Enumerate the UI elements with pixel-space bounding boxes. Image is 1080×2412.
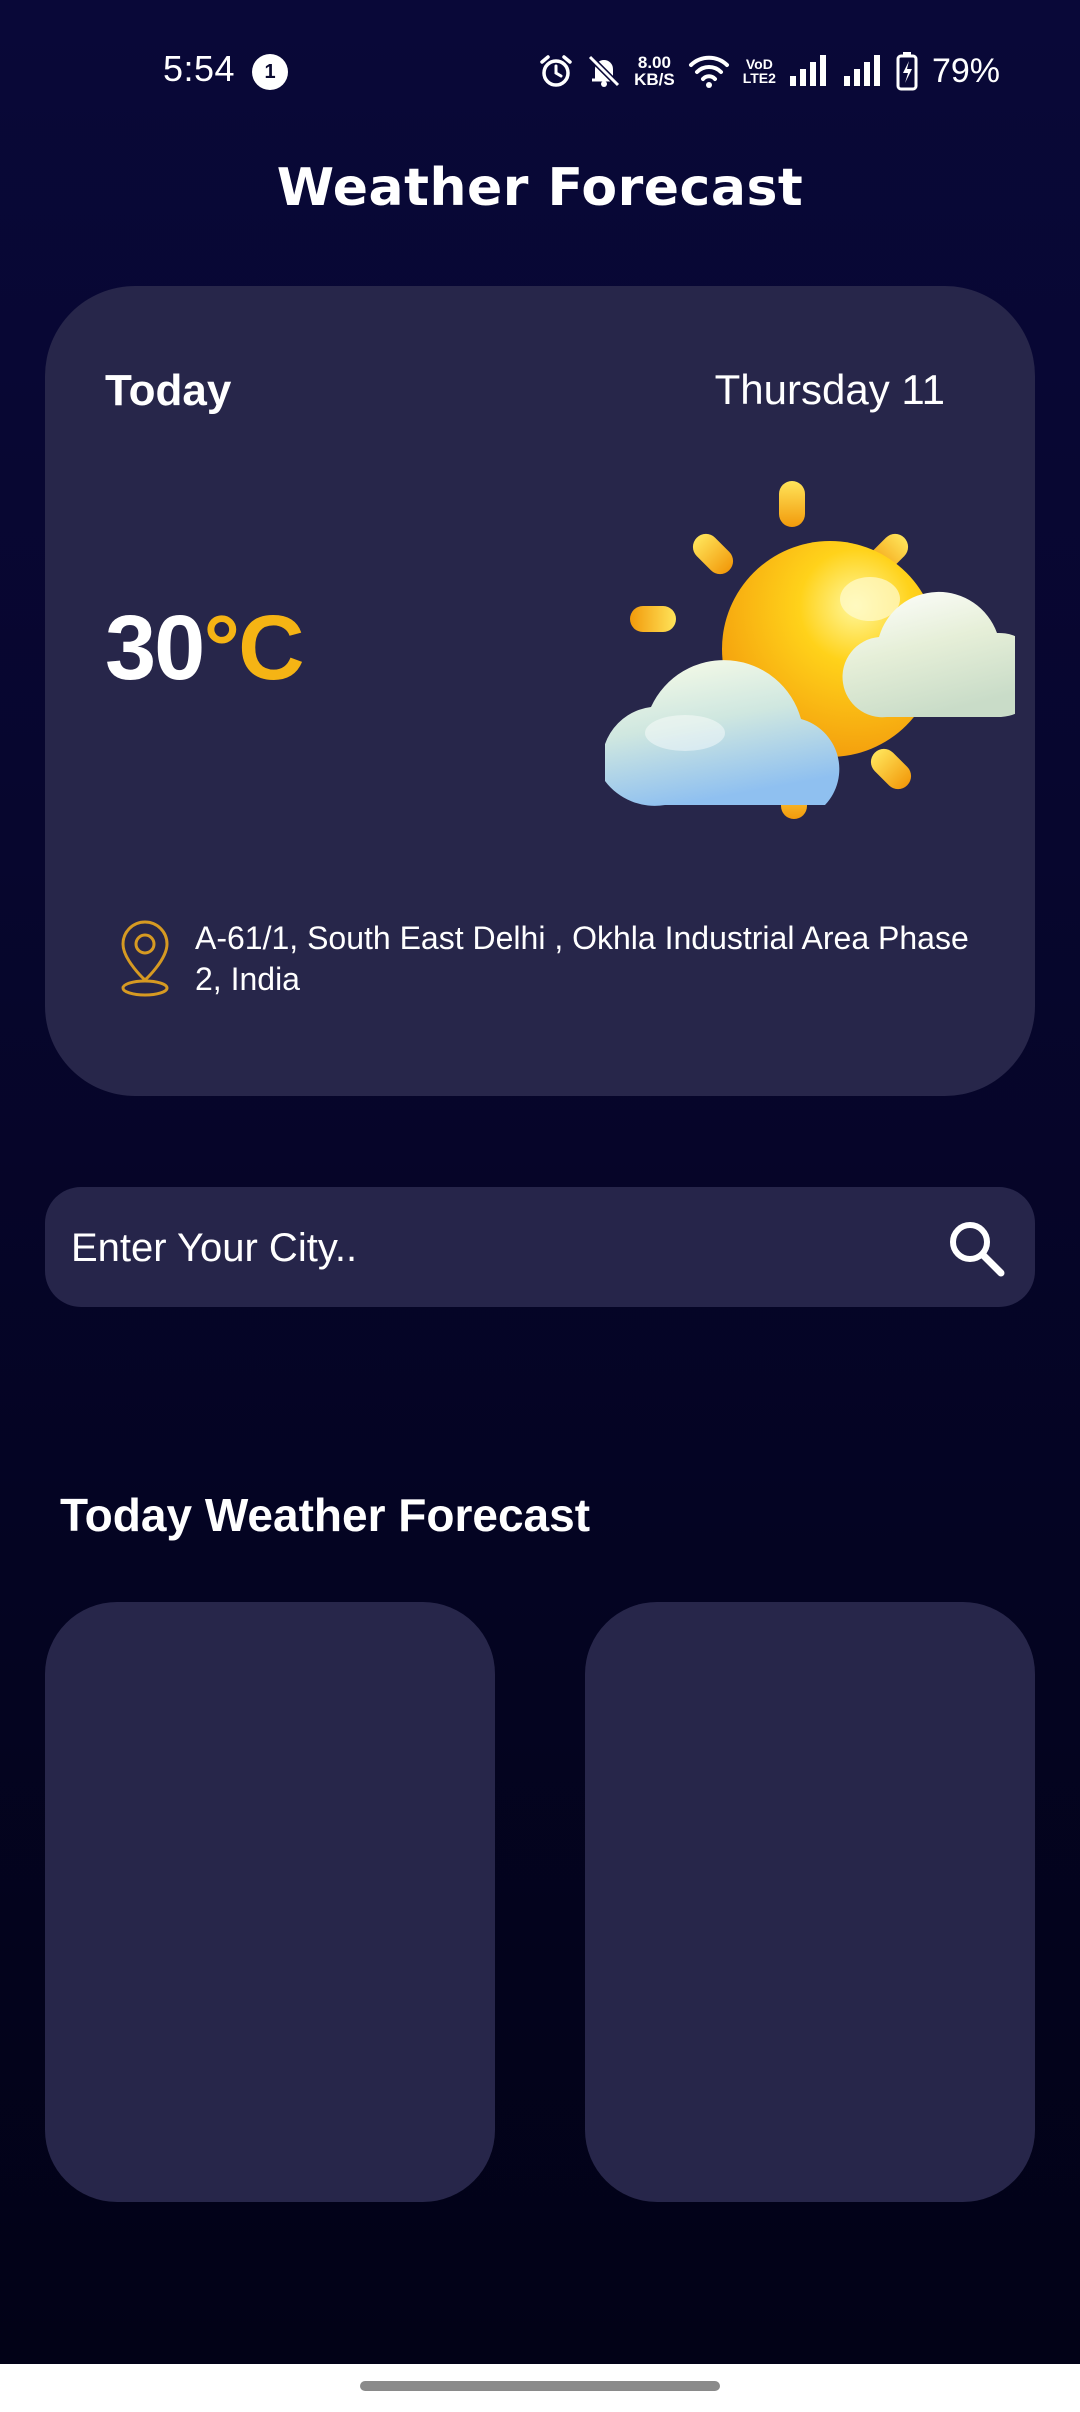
forecast-card[interactable] xyxy=(585,1602,1035,2202)
notification-badge: 1 xyxy=(252,54,288,90)
battery-charging-icon xyxy=(896,52,918,91)
battery-percentage: 79% xyxy=(931,51,1000,90)
wifi-icon xyxy=(688,55,729,88)
status-time: 5:54 xyxy=(163,48,236,89)
speed-unit: KB/S xyxy=(634,70,675,89)
city-search-bar[interactable] xyxy=(45,1187,1035,1309)
alarm-icon xyxy=(540,55,572,87)
temperature-value: 30 xyxy=(105,597,205,699)
location-pin-icon xyxy=(121,920,169,997)
home-gesture-handle[interactable] xyxy=(360,2381,720,2391)
partly-cloudy-sun-icon xyxy=(605,481,1015,819)
status-icons: 8.00 KB/S VoD LTE2 79% xyxy=(538,46,1000,96)
search-icon[interactable] xyxy=(947,1219,1005,1277)
network-type: VoD LTE2 xyxy=(743,57,776,85)
app-title: Weather Forecast xyxy=(276,158,804,218)
city-search-input[interactable] xyxy=(69,1187,953,1309)
net-label-bottom: LTE2 xyxy=(742,70,776,86)
today-label: Today xyxy=(105,366,232,415)
status-bar: 5:54 1 8.00 KB/S VoD LTE2 79% xyxy=(0,0,1080,140)
speed-value: 8.00 xyxy=(637,53,671,72)
date-label: Thursday 11 xyxy=(714,366,945,413)
forecast-card[interactable] xyxy=(45,1602,495,2202)
net-label-top: VoD xyxy=(745,56,773,72)
signal-icon xyxy=(789,55,826,86)
temperature-unit: °C xyxy=(203,597,304,699)
signal-icon xyxy=(843,55,880,86)
forecast-section-title: Today Weather Forecast xyxy=(60,1489,591,1541)
mute-bell-icon xyxy=(587,54,621,88)
current-weather-card: Today Thursday 11 30°C A-61/1, South Eas… xyxy=(45,286,1035,1096)
location-address: A-61/1, South East Delhi , Okhla Industr… xyxy=(195,920,969,997)
temperature: 30°C xyxy=(105,596,305,701)
network-speed: 8.00 KB/S xyxy=(634,54,675,88)
